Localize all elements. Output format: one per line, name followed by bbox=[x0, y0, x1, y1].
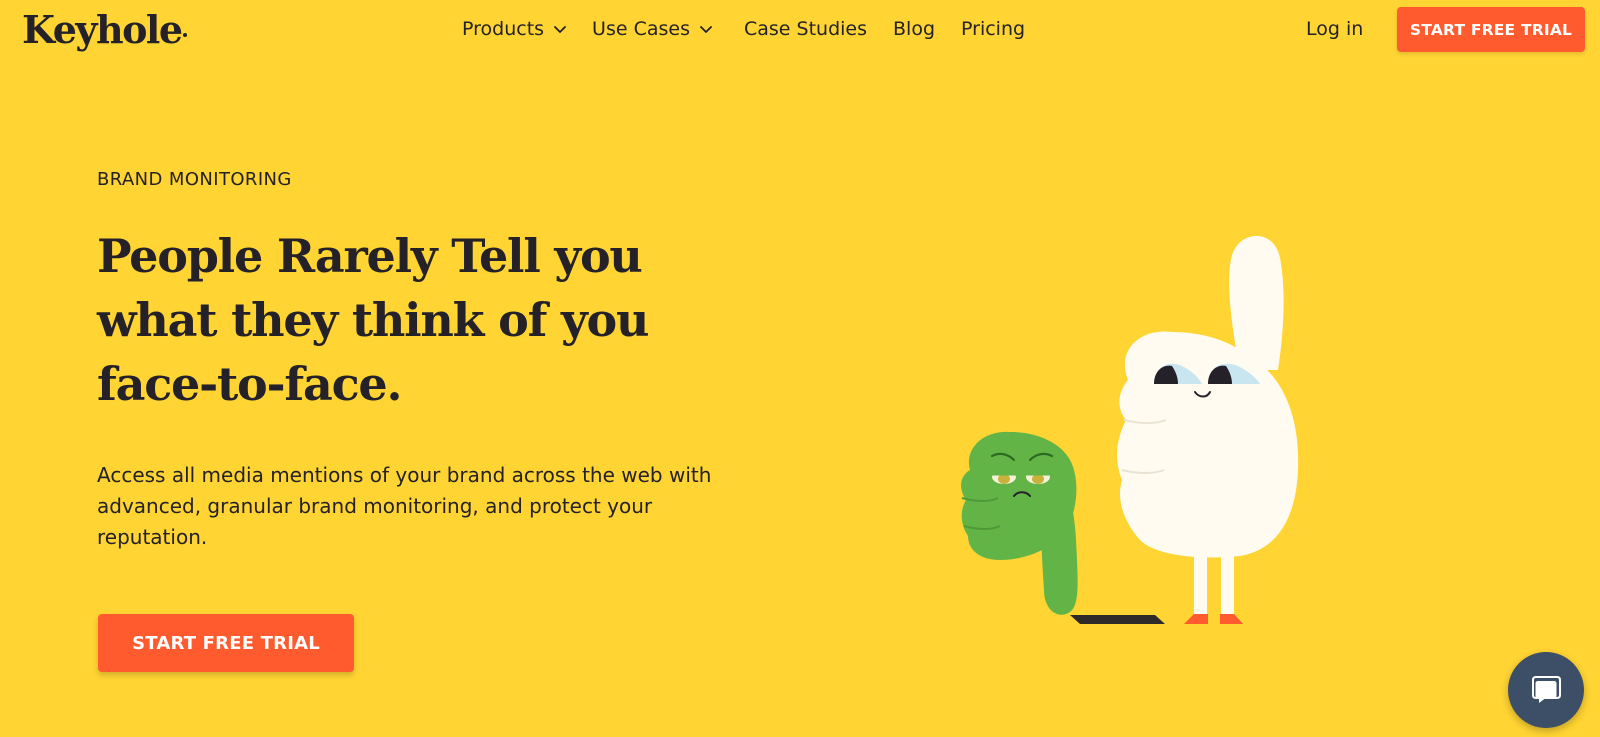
nav-blog[interactable]: Blog bbox=[893, 18, 935, 40]
description-line: reputation. bbox=[97, 525, 208, 549]
hero-description: Access all media mentions of your brand … bbox=[97, 460, 777, 553]
nav-pricing[interactable]: Pricing bbox=[961, 18, 1025, 40]
thumbs-up-right-foot bbox=[1220, 614, 1243, 624]
main-nav: Products Use Cases Case Studies Blog Pri… bbox=[462, 14, 1025, 44]
description-line: advanced, granular brand monitoring, and… bbox=[97, 494, 653, 518]
thumbs-up-left-foot bbox=[1184, 614, 1208, 624]
chat-widget-button[interactable] bbox=[1508, 652, 1584, 728]
nav-case-studies[interactable]: Case Studies bbox=[744, 18, 867, 40]
chat-bubble-icon bbox=[1532, 676, 1561, 703]
thumbs-illustration bbox=[961, 235, 1299, 624]
hero-eyebrow: BRAND MONITORING bbox=[97, 169, 292, 190]
nav-use-cases-label: Use Cases bbox=[592, 18, 690, 40]
chevron-down-icon bbox=[554, 26, 566, 33]
nav-pricing-label: Pricing bbox=[961, 18, 1026, 40]
login-link[interactable]: Log in bbox=[1306, 14, 1363, 44]
header-start-trial-button[interactable]: START FREE TRIAL bbox=[1397, 7, 1585, 52]
nav-products-label: Products bbox=[462, 18, 545, 40]
keyhole-logo[interactable]: Keyhole bbox=[22, 6, 187, 54]
nav-case-studies-label: Case Studies bbox=[743, 18, 868, 40]
description-line: Access all media mentions of your brand … bbox=[97, 463, 712, 487]
logo-dot bbox=[182, 33, 187, 37]
headline-line: what they think of you bbox=[97, 293, 649, 347]
nav-blog-label: Blog bbox=[893, 18, 936, 40]
logo-text: Keyhole bbox=[22, 7, 183, 52]
hero-headline: People Rarely Tell you what they think o… bbox=[97, 224, 777, 416]
ground-shadow bbox=[1070, 615, 1165, 624]
nav-products[interactable]: Products bbox=[462, 18, 566, 40]
headline-line: face-to-face. bbox=[97, 357, 402, 411]
chevron-down-icon bbox=[700, 26, 712, 33]
nav-use-cases[interactable]: Use Cases bbox=[592, 18, 712, 40]
hero-start-trial-button[interactable]: START FREE TRIAL bbox=[98, 614, 354, 672]
headline-line: People Rarely Tell you bbox=[97, 229, 643, 283]
